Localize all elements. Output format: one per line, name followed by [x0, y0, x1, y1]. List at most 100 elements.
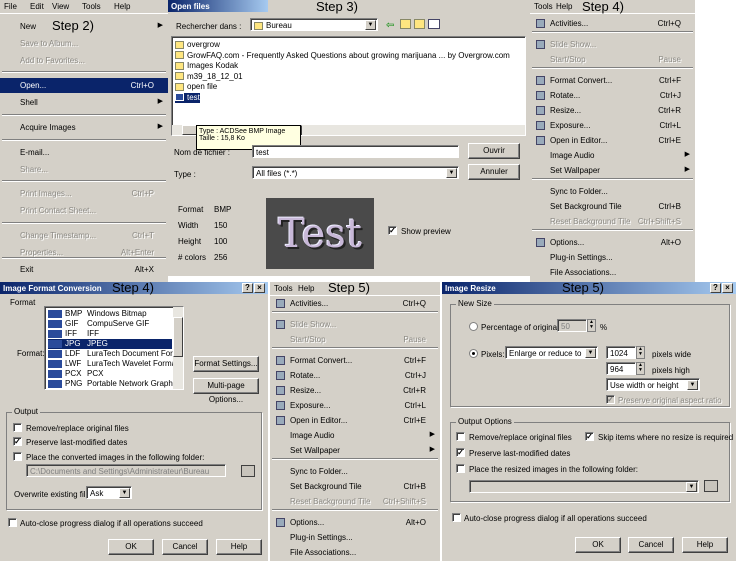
menu-item-file-associations[interactable]: File Associations...	[270, 545, 440, 560]
open-button[interactable]: Ouvrir	[468, 143, 520, 159]
menu-item-set-wallpaper[interactable]: Set Wallpaper ▶	[270, 443, 440, 458]
menubar-file[interactable]: File	[4, 2, 17, 11]
folder-icon[interactable]	[704, 480, 718, 492]
format-list-item[interactable]: PNG Portable Network Graphics	[48, 379, 183, 389]
menu-item-add-to-favorites[interactable]: Add to Favorites...	[0, 53, 168, 68]
look-in-select[interactable]: Bureau ▼	[250, 18, 378, 31]
show-preview-checkbox[interactable]: ✓	[388, 226, 397, 235]
format-list-item[interactable]: GIF CompuServe GIF	[48, 319, 172, 329]
file-list-item[interactable]: Images Kodak	[175, 61, 238, 71]
menu-item-sync-to-folder[interactable]: Sync to Folder...	[270, 464, 440, 479]
menu-item-rotate[interactable]: Rotate... Ctrl+J	[270, 368, 440, 383]
folder-icon[interactable]	[241, 465, 255, 477]
menubar-help[interactable]: Help	[298, 284, 314, 293]
menubar-tools[interactable]: Tools	[534, 2, 553, 11]
menu-item-set-background-tile[interactable]: Set Background Tile Ctrl+B	[270, 479, 440, 494]
help-button[interactable]: Help	[682, 537, 728, 553]
menu-item-reset-background-tile[interactable]: Reset Background Tile Ctrl+Shift+S	[270, 494, 440, 509]
cancel-button[interactable]: Cancel	[628, 537, 674, 553]
menubar-tools[interactable]: Tools	[274, 284, 293, 293]
vertical-scrollbar[interactable]	[173, 307, 183, 389]
preserve-aspect-checkbox[interactable]: ✓	[606, 395, 615, 404]
format-list-item[interactable]: LWF LuraTech Wavelet Format	[48, 359, 178, 369]
menu-item-image-audio[interactable]: Image Audio ▶	[530, 148, 695, 163]
menu-item-acquire-images[interactable]: Acquire Images ▶	[0, 120, 168, 135]
multipage-options-button[interactable]: Multi-page Options...	[193, 378, 259, 404]
preserve-dates-checkbox[interactable]: ✓	[13, 437, 22, 446]
ok-button[interactable]: OK	[575, 537, 621, 553]
help-title-button[interactable]: ?	[710, 283, 721, 293]
fit-mode-select[interactable]: Use width or height ▼	[606, 378, 700, 391]
format-list-item[interactable]: IFF IFF	[48, 329, 172, 339]
menubar-help[interactable]: Help	[114, 2, 130, 11]
new-folder-icon[interactable]	[414, 19, 425, 29]
overwrite-select[interactable]: Ask ▼	[86, 486, 132, 499]
menu-item-set-wallpaper[interactable]: Set Wallpaper ▶	[530, 163, 695, 178]
menu-item-resize[interactable]: Resize... Ctrl+R	[530, 103, 695, 118]
menu-item-e-mail[interactable]: E-mail...	[0, 145, 168, 160]
menu-item-options[interactable]: Options... Alt+O	[530, 235, 695, 250]
auto-close-checkbox[interactable]	[452, 513, 461, 522]
width-input[interactable]: 1024	[606, 346, 636, 359]
remove-originals-checkbox[interactable]	[13, 423, 22, 432]
menu-item-plug-in-settings[interactable]: Plug-in Settings...	[270, 530, 440, 545]
pixels-mode-select[interactable]: Enlarge or reduce to ▼	[505, 346, 598, 359]
file-list-item[interactable]: test	[175, 92, 200, 103]
menu-item-resize[interactable]: Resize... Ctrl+R	[270, 383, 440, 398]
menu-item-share[interactable]: Share...	[0, 162, 168, 177]
menu-item-exposure[interactable]: Exposure... Ctrl+L	[530, 118, 695, 133]
menu-item-format-convert[interactable]: Format Convert... Ctrl+F	[530, 73, 695, 88]
menu-item-activities[interactable]: Activities... Ctrl+Q	[270, 296, 440, 311]
menu-item-sync-to-folder[interactable]: Sync to Folder...	[530, 184, 695, 199]
menu-item-exit[interactable]: Exit Alt+X	[0, 262, 168, 277]
skip-items-checkbox[interactable]: ✓	[585, 432, 594, 441]
menu-item-slide-show[interactable]: Slide Show...	[530, 37, 695, 52]
menubar-tools[interactable]: Tools	[82, 2, 101, 11]
ok-button[interactable]: OK	[108, 539, 154, 555]
menubar-edit[interactable]: Edit	[30, 2, 44, 11]
close-icon[interactable]: ×	[254, 283, 265, 293]
place-folder-checkbox[interactable]	[13, 452, 22, 461]
file-type-select[interactable]: All files (*.*) ▼	[252, 166, 459, 179]
menu-item-reset-background-tile[interactable]: Reset Background Tile Ctrl+Shift+S	[530, 214, 695, 229]
format-settings-button[interactable]: Format Settings...	[193, 356, 259, 372]
menu-item-print-images[interactable]: Print Images... Ctrl+P	[0, 186, 168, 201]
percentage-spinner[interactable]: ▲ ▼	[587, 319, 596, 332]
format-list-item[interactable]: LDF LuraTech Document Format	[48, 349, 183, 359]
menu-item-plug-in-settings[interactable]: Plug-in Settings...	[530, 250, 695, 265]
menu-item-shell[interactable]: Shell ▶	[0, 95, 168, 110]
help-button[interactable]: Help	[216, 539, 262, 555]
remove-originals-checkbox[interactable]	[456, 432, 465, 441]
help-title-button[interactable]: ?	[242, 283, 253, 293]
menu-item-start-stop[interactable]: Start/Stop Pause	[270, 332, 440, 347]
output-folder-input[interactable]: C:\Documents and Settings\Administrateur…	[26, 464, 226, 477]
percentage-input[interactable]: 50	[557, 319, 587, 332]
width-spinner[interactable]: ▲ ▼	[636, 346, 645, 359]
back-icon[interactable]: ⇦	[386, 20, 394, 31]
menu-item-options[interactable]: Options... Alt+O	[270, 515, 440, 530]
file-list-item[interactable]: GrowFAQ.com - Frequently Asked Questions…	[175, 51, 510, 61]
filename-input[interactable]: test	[252, 145, 459, 158]
menu-item-open-in-editor[interactable]: Open in Editor... Ctrl+E	[270, 413, 440, 428]
file-list-item[interactable]: open file	[175, 82, 217, 92]
scrollbar-thumb[interactable]	[173, 317, 183, 357]
preserve-dates-checkbox[interactable]: ✓	[456, 448, 465, 457]
menu-item-start-stop[interactable]: Start/Stop Pause	[530, 52, 695, 67]
place-folder-checkbox[interactable]	[456, 464, 465, 473]
cancel-button[interactable]: Cancel	[162, 539, 208, 555]
height-input[interactable]: 964	[606, 362, 636, 375]
menubar-view[interactable]: View	[52, 2, 69, 11]
format-list-item[interactable]: JPG JPEG	[48, 339, 172, 349]
menu-item-rotate[interactable]: Rotate... Ctrl+J	[530, 88, 695, 103]
menu-item-open-in-editor[interactable]: Open in Editor... Ctrl+E	[530, 133, 695, 148]
height-spinner[interactable]: ▲ ▼	[636, 362, 645, 375]
menu-item-set-background-tile[interactable]: Set Background Tile Ctrl+B	[530, 199, 695, 214]
up-folder-icon[interactable]	[400, 19, 411, 29]
close-icon[interactable]: ×	[722, 283, 733, 293]
view-menu-icon[interactable]	[428, 19, 440, 29]
percentage-radio[interactable]	[469, 322, 478, 331]
menu-item-format-convert[interactable]: Format Convert... Ctrl+F	[270, 353, 440, 368]
menu-item-open[interactable]: Open... Ctrl+O	[0, 78, 168, 93]
menu-item-print-contact-sheet[interactable]: Print Contact Sheet...	[0, 203, 168, 218]
auto-close-checkbox[interactable]	[8, 518, 17, 527]
